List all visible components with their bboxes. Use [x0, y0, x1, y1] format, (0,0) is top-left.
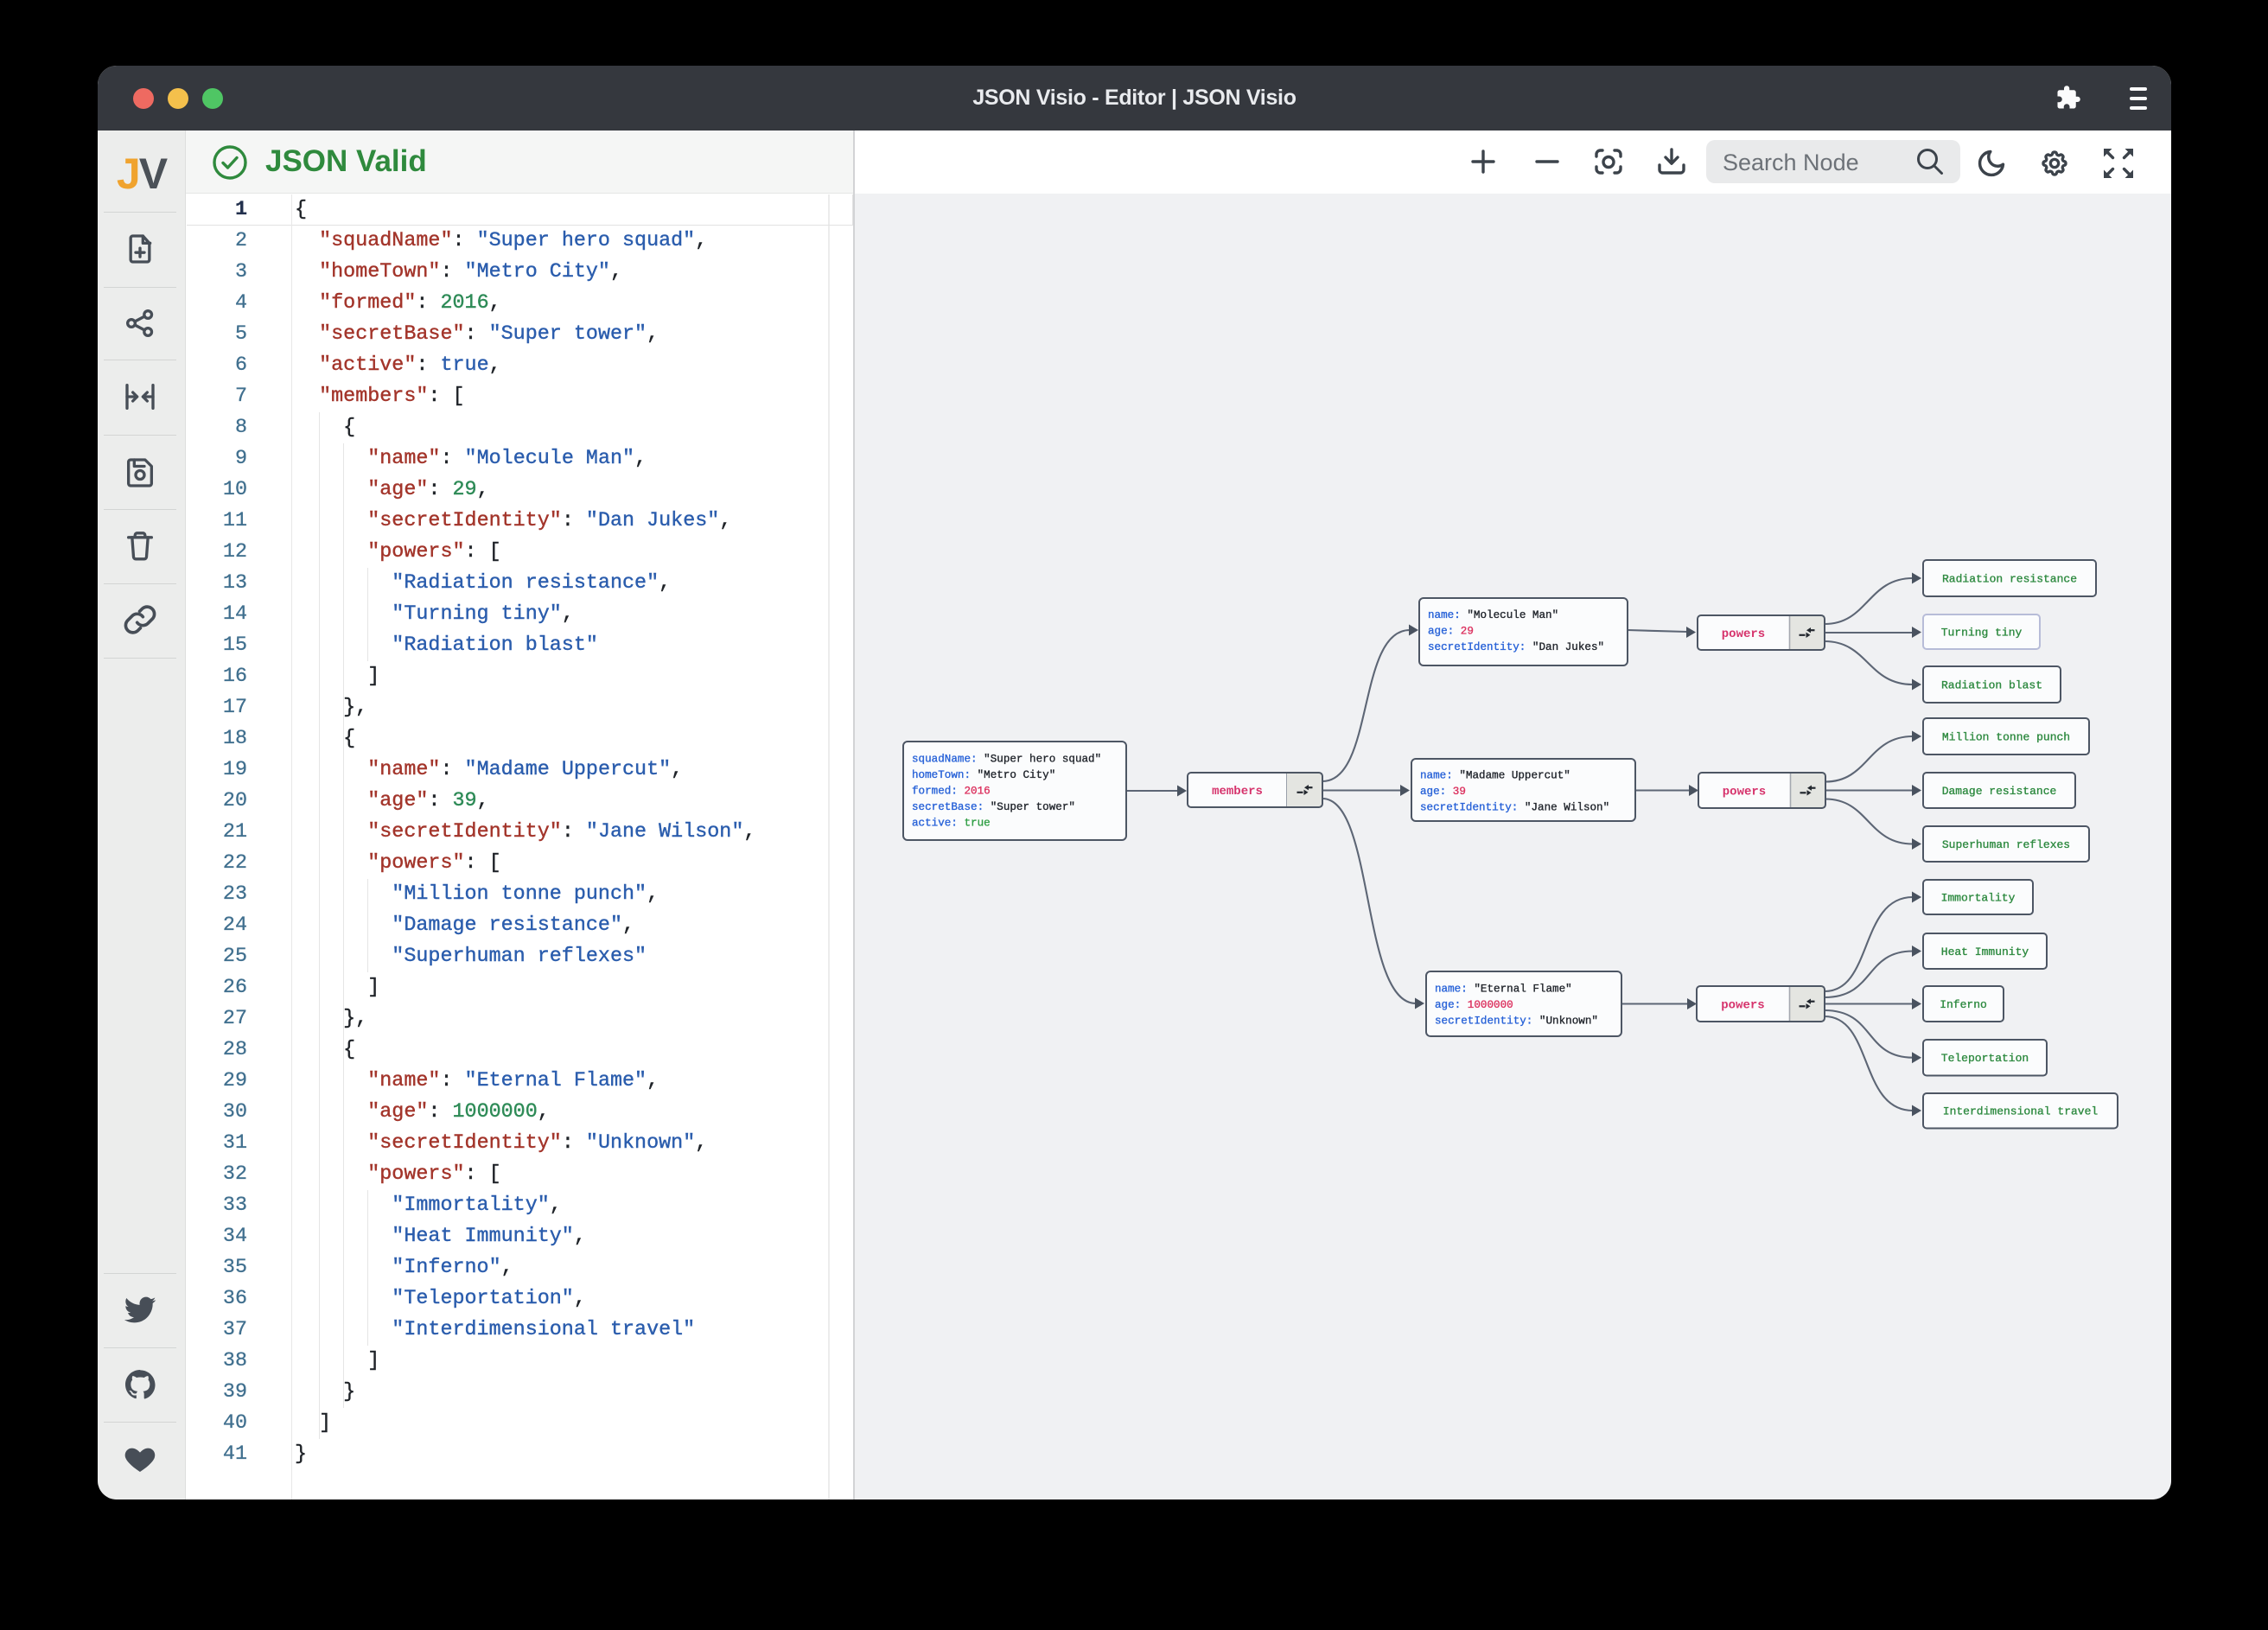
svg-text:powers: powers — [1722, 627, 1765, 641]
svg-text:age: 1000000: age: 1000000 — [1435, 999, 1513, 1011]
svg-text:secretBase: "Super tower": secretBase: "Super tower" — [912, 801, 1075, 813]
svg-text:Search Node: Search Node — [1723, 150, 1859, 175]
svg-text:Million tonne punch: Million tonne punch — [1942, 731, 2070, 744]
svg-text:members: members — [1212, 785, 1263, 799]
svg-text:name: "Molecule Man": name: "Molecule Man" — [1428, 609, 1558, 621]
svg-text:age: 39: age: 39 — [1420, 786, 1466, 798]
svg-text:Radiation blast: Radiation blast — [1941, 679, 2042, 692]
svg-text:Damage resistance: Damage resistance — [1942, 785, 2057, 798]
svg-text:name: "Eternal Flame": name: "Eternal Flame" — [1435, 984, 1572, 996]
svg-text:homeTown: "Metro City": homeTown: "Metro City" — [912, 769, 1055, 781]
svg-text:Superhuman reflexes: Superhuman reflexes — [1942, 838, 2070, 851]
svg-text:Teleportation: Teleportation — [1941, 1052, 2029, 1065]
svg-text:powers: powers — [1723, 786, 1766, 799]
svg-text:secretIdentity: "Jane Wilson": secretIdentity: "Jane Wilson" — [1420, 802, 1609, 814]
svg-text:Immortality: Immortality — [1941, 892, 2016, 905]
svg-text:Radiation resistance: Radiation resistance — [1942, 573, 2077, 586]
svg-text:powers: powers — [1721, 999, 1764, 1013]
svg-text:squadName: "Super hero squad": squadName: "Super hero squad" — [912, 754, 1101, 766]
svg-text:active: true: active: true — [912, 818, 991, 830]
svg-text:Heat Immunity: Heat Immunity — [1941, 946, 2029, 958]
svg-text:secretIdentity: "Dan Jukes": secretIdentity: "Dan Jukes" — [1428, 641, 1604, 653]
svg-text:Interdimensional travel: Interdimensional travel — [1943, 1105, 2099, 1118]
svg-text:name: "Madame Uppercut": name: "Madame Uppercut" — [1420, 770, 1570, 782]
svg-text:age: 29: age: 29 — [1428, 626, 1474, 638]
svg-text:Turning tiny: Turning tiny — [1941, 627, 2023, 640]
svg-text:Inferno: Inferno — [1940, 998, 1987, 1011]
svg-text:secretIdentity: "Unknown": secretIdentity: "Unknown" — [1435, 1016, 1598, 1028]
svg-text:formed: 2016: formed: 2016 — [912, 786, 991, 798]
